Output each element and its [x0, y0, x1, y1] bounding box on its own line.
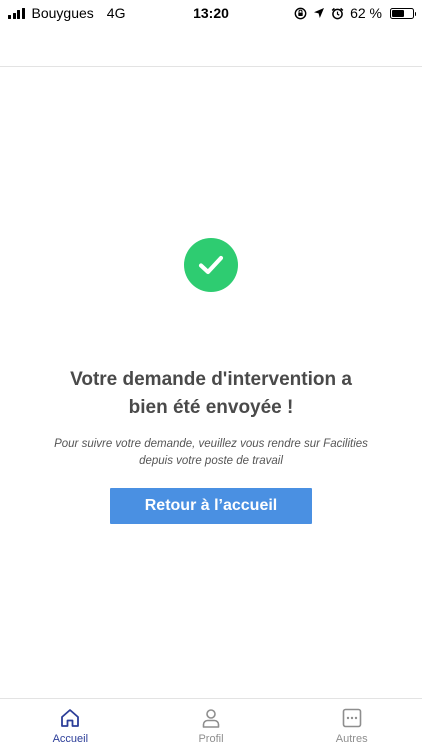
confirmation-title-line1: Votre demande d'intervention a [70, 369, 352, 390]
user-icon [202, 709, 220, 728]
battery-fill [392, 9, 405, 17]
battery-percent: 62 % [350, 5, 382, 21]
back-to-home-button[interactable]: Retour à l’accueil [110, 488, 312, 524]
status-right: 62 % [294, 5, 416, 21]
battery-icon [390, 7, 416, 19]
tab-accueil[interactable]: Accueil [0, 699, 141, 750]
confirmation-subtitle-line1: Pour suivre votre demande, veuillez vous… [54, 438, 368, 450]
tab-label-autres: Autres [335, 733, 368, 745]
tab-label-accueil: Accueil [52, 733, 89, 745]
alarm-icon [331, 7, 344, 19]
confirmation-subtitle: Pour suivre votre demande, veuillez vous… [30, 436, 392, 470]
location-arrow-icon [314, 8, 325, 18]
header-divider [0, 66, 422, 67]
screen: Bouygues 4G 13:20 62 % Votre demande d'i… [0, 0, 422, 750]
status-bar: Bouygues 4G 13:20 62 % [0, 0, 422, 28]
rotation-lock-icon [294, 7, 307, 19]
confirmation-title-line2: bien été envoyée ! [128, 397, 294, 418]
tab-profil[interactable]: Profil [141, 699, 282, 750]
success-check-icon [184, 238, 238, 292]
home-icon [61, 709, 80, 727]
tab-autres[interactable]: Autres [281, 699, 422, 750]
confirmation-title: Votre demande d'intervention a bien été … [20, 366, 402, 422]
tab-bar: Accueil Profil Autres [0, 698, 422, 750]
checkmark-icon [198, 255, 224, 275]
more-icon [342, 708, 361, 728]
tab-label-profil: Profil [198, 733, 224, 745]
confirmation-subtitle-line2: depuis votre poste de travail [139, 455, 283, 467]
